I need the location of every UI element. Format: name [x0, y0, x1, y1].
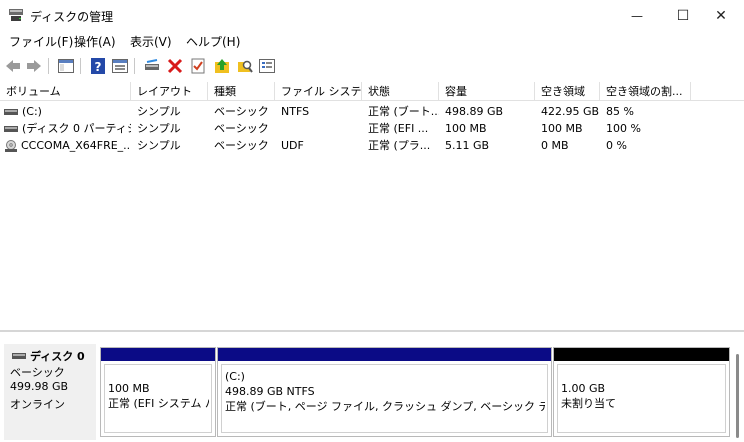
cell-type: ベーシック — [214, 139, 269, 152]
column-header-capacity[interactable]: 容量 — [439, 82, 535, 101]
cell-filesystem: NTFS — [281, 105, 310, 118]
minimize-button[interactable]: — — [614, 0, 660, 31]
properties-view-icon[interactable] — [111, 57, 129, 75]
partition-size: 498.89 GB NTFS — [225, 385, 315, 398]
checklist-icon[interactable] — [189, 57, 207, 75]
cell-free-percent: 100 % — [606, 122, 641, 135]
disk-info-panel[interactable]: ディスク 0 ベーシック 499.98 GB オンライン — [4, 344, 96, 440]
column-header-type[interactable]: 種類 — [208, 82, 275, 101]
table-row[interactable]: (ディスク 0 パーティシ... シンプル ベーシック 正常 (EFI ... … — [0, 120, 744, 137]
partition-c[interactable]: (C:) 498.89 GB NTFS 正常 (ブート, ページ ファイル, ク… — [217, 347, 552, 437]
menu-view[interactable]: 表示(V) — [130, 33, 172, 50]
menu-bar: ファイル(F) 操作(A) 表示(V) ヘルプ(H) — [0, 31, 744, 51]
partition-color-bar — [101, 348, 215, 361]
cell-free-space: 0 MB — [541, 139, 569, 152]
close-button[interactable]: ✕ — [698, 0, 744, 31]
cell-free-percent: 85 % — [606, 105, 634, 118]
connect-disk-icon[interactable] — [143, 57, 161, 75]
console-tree-icon[interactable] — [57, 57, 75, 75]
optical-disc-icon — [5, 140, 17, 152]
cell-filesystem: UDF — [281, 139, 304, 152]
table-row[interactable]: (C:) シンプル ベーシック NTFS 正常 (ブート... 498.89 G… — [0, 103, 744, 120]
volume-drive-icon — [4, 126, 18, 132]
partition-status: 未割り当て — [561, 397, 616, 410]
partition-label: (C:) — [225, 370, 245, 383]
partition-color-bar — [554, 348, 729, 361]
partition-efi[interactable]: 100 MB 正常 (EFI システム パ — [100, 347, 216, 437]
cell-layout: シンプル — [137, 139, 181, 152]
cell-status: 正常 (EFI ... — [368, 122, 429, 135]
column-header-free-percent[interactable]: 空き領域の割... — [600, 82, 691, 101]
menu-help[interactable]: ヘルプ(H) — [186, 33, 240, 50]
table-row[interactable]: CCCOMA_X64FRE_... シンプル ベーシック UDF 正常 (プラ.… — [0, 137, 744, 154]
cell-volume: (C:) — [22, 105, 42, 118]
cell-layout: シンプル — [137, 122, 181, 135]
volume-drive-icon — [4, 109, 18, 115]
cell-capacity: 5.11 GB — [445, 139, 490, 152]
vertical-scrollbar[interactable] — [733, 350, 742, 440]
cell-free-space: 100 MB — [541, 122, 583, 135]
properties-icon[interactable] — [258, 57, 276, 75]
close-icon: ✕ — [715, 7, 727, 24]
svg-text:?: ? — [95, 60, 102, 74]
cell-capacity: 100 MB — [445, 122, 487, 135]
partition-status: 正常 (ブート, ページ ファイル, クラッシュ ダンプ, ベーシック データ … — [225, 400, 545, 413]
disk-icon — [12, 353, 26, 359]
column-header-status[interactable]: 状態 — [362, 82, 439, 101]
partition-size: 100 MB — [108, 382, 150, 395]
minimize-icon: — — [631, 8, 643, 23]
toolbar-separator — [80, 58, 81, 74]
cell-status: 正常 (プラ... — [368, 139, 431, 152]
column-header-volume[interactable]: ボリューム — [0, 82, 131, 101]
disk-graphical-view: ディスク 0 ベーシック 499.98 GB オンライン 100 MB 正常 (… — [0, 330, 744, 442]
partition-status: 正常 (EFI システム パ — [108, 397, 209, 410]
disk-management-window: ディスクの管理 — ☐ ✕ ファイル(F) 操作(A) 表示(V) ヘルプ(H)… — [0, 0, 744, 442]
partition-size: 1.00 GB — [561, 382, 606, 395]
back-arrow-icon[interactable] — [4, 57, 22, 75]
cell-layout: シンプル — [137, 105, 181, 118]
table-header: ボリューム レイアウト 種類 ファイル システム 状態 容量 空き領域 空き領域… — [0, 82, 744, 101]
disk-kind: ベーシック — [10, 366, 65, 379]
toolbar-separator — [134, 58, 135, 74]
disk-name: ディスク 0 — [30, 350, 85, 363]
menu-file[interactable]: ファイル(F) — [9, 33, 73, 50]
partition-unallocated[interactable]: 1.00 GB 未割り当て — [553, 347, 730, 437]
menu-action[interactable]: 操作(A) — [74, 33, 116, 50]
cell-type: ベーシック — [214, 122, 269, 135]
forward-arrow-icon[interactable] — [25, 57, 43, 75]
toolbar-separator — [48, 58, 49, 74]
cell-volume: CCCOMA_X64FRE_... — [21, 139, 131, 152]
delete-icon[interactable] — [166, 57, 184, 75]
cell-capacity: 498.89 GB — [445, 105, 504, 118]
disk-size: 499.98 GB — [10, 380, 69, 393]
window-title: ディスクの管理 — [30, 10, 114, 24]
toolbar: ? — [0, 52, 744, 80]
cell-free-percent: 0 % — [606, 139, 627, 152]
disk-management-app-icon — [8, 8, 24, 22]
import-icon[interactable] — [213, 57, 231, 75]
search-folder-icon[interactable] — [236, 57, 254, 75]
cell-free-space: 422.95 GB — [541, 105, 600, 118]
scrollbar-thumb[interactable] — [736, 354, 739, 438]
volume-list: ボリューム レイアウト 種類 ファイル システム 状態 容量 空き領域 空き領域… — [0, 82, 744, 328]
maximize-icon: ☐ — [676, 7, 690, 24]
disk-state: オンライン — [10, 398, 65, 411]
title-bar: ディスクの管理 — ☐ ✕ — [0, 0, 744, 31]
cell-type: ベーシック — [214, 105, 269, 118]
partition-color-bar — [218, 348, 551, 361]
column-header-filesystem[interactable]: ファイル システム — [275, 82, 362, 101]
cell-filesystem — [275, 120, 362, 137]
cell-status: 正常 (ブート... — [368, 105, 439, 118]
help-icon[interactable]: ? — [89, 57, 107, 75]
cell-volume: (ディスク 0 パーティシ... — [22, 122, 131, 135]
column-header-layout[interactable]: レイアウト — [131, 82, 208, 101]
column-header-free-space[interactable]: 空き領域 — [535, 82, 600, 101]
